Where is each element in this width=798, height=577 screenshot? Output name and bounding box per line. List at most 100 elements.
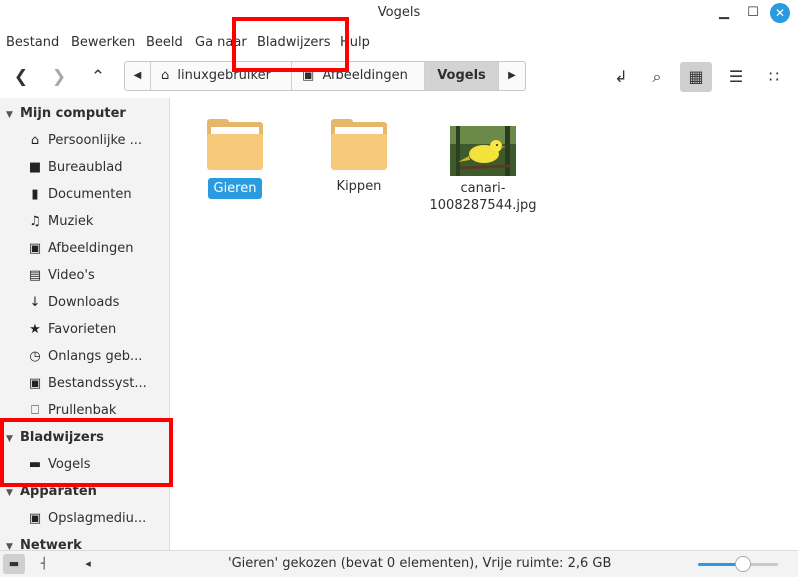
breadcrumb-vogels[interactable]: Vogels <box>425 62 499 90</box>
sidebar-item-label: Onlangs geb... <box>48 349 143 364</box>
back-icon[interactable]: ❮ <box>6 62 36 92</box>
sidebar-item-label: Video's <box>48 268 95 283</box>
breadcrumb-left-icon[interactable]: ◀ <box>125 62 151 90</box>
tree-toggle-icon[interactable]: ┤ <box>33 554 55 574</box>
section-label: Mijn computer <box>20 106 126 121</box>
forward-icon[interactable]: ❯ <box>44 62 74 92</box>
section-label: Netwerk <box>20 538 82 550</box>
folder-icon <box>331 119 387 170</box>
list-view-icon[interactable]: ☰ <box>720 62 752 92</box>
sidebar-item-label: Muziek <box>48 214 94 229</box>
menu-ga-naar[interactable]: Ga naar <box>195 35 247 50</box>
sidebar-item-label: Afbeeldingen <box>48 241 134 256</box>
menu-bestand[interactable]: Bestand <box>6 35 59 50</box>
camera-icon: ▣ <box>28 241 42 256</box>
section-my-computer[interactable]: ▼ Mijn computer <box>6 106 126 121</box>
sidebar-item-label: Vogels <box>48 457 91 472</box>
sidebar-item-label: Downloads <box>48 295 120 310</box>
file-item[interactable]: Kippen <box>304 119 414 195</box>
breadcrumb: ◀ ⌂ linuxgebruiker ▣ Afbeeldingen Vogels… <box>124 61 526 91</box>
status-text: 'Gieren' gekozen (bevat 0 elementen), Vr… <box>228 556 612 571</box>
sidebar-item-label: Bestandssyst... <box>48 376 147 391</box>
section-network[interactable]: ▼ Netwerk <box>6 538 82 550</box>
image-thumbnail-icon <box>450 126 516 176</box>
desktop-icon: ■ <box>28 160 42 175</box>
sidebar: ▼ Mijn computer ⌂ Persoonlijke ... ■ Bureau… <box>0 98 170 550</box>
sidebar-item-label: Favorieten <box>48 322 117 337</box>
search-icon[interactable]: ⌕ <box>641 62 673 92</box>
up-icon[interactable]: ⌃ <box>83 62 113 92</box>
places-toggle-icon[interactable]: ▬ <box>3 554 25 574</box>
sidebar-item-pictures[interactable]: ▣ Afbeeldingen <box>26 241 166 263</box>
sidebar-item-downloads[interactable]: ↓ Downloads <box>26 295 166 317</box>
folder-icon <box>207 119 263 170</box>
file-item[interactable]: canari- 1008287544.jpg <box>428 126 538 214</box>
location-toggle-icon[interactable]: ↲ <box>605 62 637 92</box>
home-icon: ⌂ <box>161 68 170 83</box>
download-icon: ↓ <box>29 295 41 310</box>
storage-icon: ▣ <box>28 511 42 526</box>
breadcrumb-label: linuxgebruiker <box>177 68 271 83</box>
file-name: Kippen <box>336 179 382 194</box>
file-name: canari- 1008287544.jpg <box>429 181 537 213</box>
hide-sidebar-icon[interactable]: ◂ <box>77 554 99 574</box>
sidebar-item-vogels[interactable]: ▬ Vogels <box>26 457 166 479</box>
music-icon: ♫ <box>29 214 41 229</box>
drive-icon: ▣ <box>28 376 42 391</box>
clock-icon: ◷ <box>29 349 41 364</box>
close-icon[interactable]: ✕ <box>770 3 790 23</box>
breadcrumb-right-icon[interactable]: ▶ <box>499 62 525 90</box>
icon-view-icon[interactable]: ▦ <box>680 62 712 92</box>
sidebar-item-videos[interactable]: ▤ Video's <box>26 268 166 290</box>
sidebar-item-home[interactable]: ⌂ Persoonlijke ... <box>26 133 166 155</box>
sidebar-item-label: Bureaublad <box>48 160 123 175</box>
film-icon: ▤ <box>28 268 42 283</box>
document-icon: ▮ <box>31 187 39 202</box>
collapse-icon: ▼ <box>6 110 13 120</box>
breadcrumb-label: Afbeeldingen <box>322 68 408 83</box>
sidebar-item-desktop[interactable]: ■ Bureaublad <box>26 160 166 182</box>
menu-hulp[interactable]: Hulp <box>340 35 370 50</box>
breadcrumb-label: Vogels <box>437 68 486 83</box>
zoom-slider[interactable] <box>698 556 778 572</box>
section-bookmarks[interactable]: ▼ Bladwijzers <box>6 430 104 445</box>
sidebar-item-filesystem[interactable]: ▣ Bestandssyst... <box>26 376 166 398</box>
zoom-handle[interactable] <box>735 556 751 572</box>
folder-icon: ▬ <box>28 457 42 472</box>
sidebar-item-storage[interactable]: ▣ Opslagmediu... <box>26 511 166 533</box>
sidebar-item-music[interactable]: ♫ Muziek <box>26 214 166 236</box>
collapse-icon: ▼ <box>6 542 13 550</box>
menu-bladwijzers[interactable]: Bladwijzers <box>257 35 331 50</box>
sidebar-item-trash[interactable]: ⎕ Prullenbak <box>26 403 166 425</box>
sidebar-item-documents[interactable]: ▮ Documenten <box>26 187 166 209</box>
section-devices[interactable]: ▼ Apparaten <box>6 484 97 499</box>
file-item[interactable]: Gieren <box>180 119 290 199</box>
breadcrumb-afbeeldingen[interactable]: ▣ Afbeeldingen <box>292 62 425 90</box>
minimize-icon[interactable]: ▁ <box>714 3 734 23</box>
sidebar-item-label: Documenten <box>48 187 132 202</box>
menu-beeld[interactable]: Beeld <box>146 35 183 50</box>
home-icon: ⌂ <box>30 133 40 148</box>
breadcrumb-home[interactable]: ⌂ linuxgebruiker <box>151 62 292 90</box>
trash-icon: ⎕ <box>31 403 39 418</box>
toolbar: ❮ ❯ ⌃ ◀ ⌂ linuxgebruiker ▣ Afbeeldingen … <box>0 58 798 96</box>
compact-view-icon[interactable]: ∷ <box>758 62 790 92</box>
camera-icon: ▣ <box>302 68 315 83</box>
window-title: Vogels <box>377 5 421 20</box>
section-label: Apparaten <box>20 484 97 499</box>
status-bar: ▬ ┤ ◂ 'Gieren' gekozen (bevat 0 elemente… <box>0 550 798 577</box>
section-label: Bladwijzers <box>20 430 104 445</box>
sidebar-item-label: Opslagmediu... <box>48 511 147 526</box>
sidebar-item-favorites[interactable]: ★ Favorieten <box>26 322 166 344</box>
menu-bewerken[interactable]: Bewerken <box>71 35 135 50</box>
file-name: Gieren <box>207 178 263 199</box>
sidebar-item-recent[interactable]: ◷ Onlangs geb... <box>26 349 166 371</box>
maximize-icon[interactable]: ☐ <box>743 3 763 23</box>
file-view[interactable]: Gieren Kippen canari- 1008287544.jpg <box>170 98 798 550</box>
sidebar-item-label: Prullenbak <box>48 403 117 418</box>
star-icon: ★ <box>29 322 41 337</box>
menu-bar: Bestand Bewerken Beeld Ga naar Bladwijze… <box>0 30 798 54</box>
title-bar: Vogels ▁ ☐ ✕ <box>0 0 798 26</box>
collapse-icon: ▼ <box>6 488 13 498</box>
collapse-icon: ▼ <box>6 434 13 444</box>
